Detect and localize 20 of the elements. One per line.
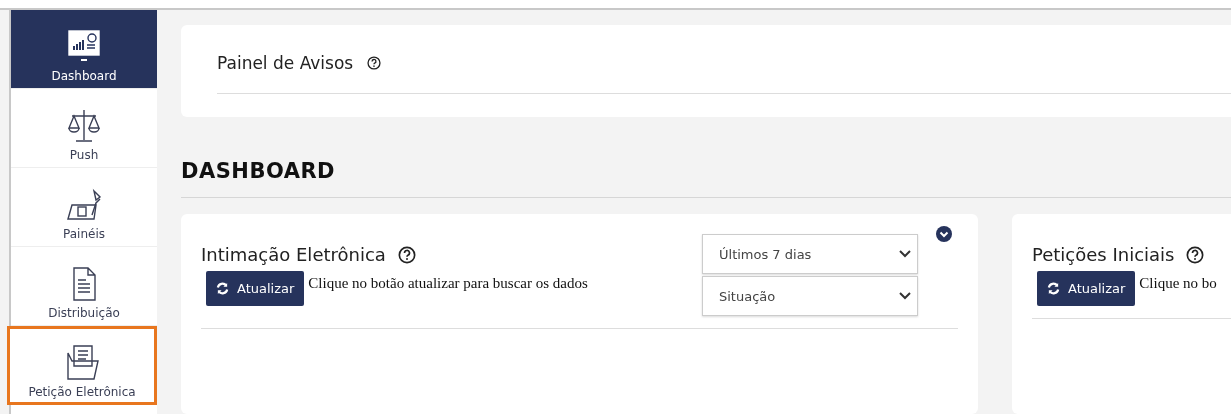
chevron-down-icon — [899, 250, 911, 258]
refresh-icon — [216, 282, 229, 295]
help-icon[interactable] — [367, 56, 382, 70]
card-title: Petições Iniciais — [1032, 244, 1175, 265]
refresh-button[interactable]: Atualizar — [1037, 271, 1136, 306]
page-heading: DASHBOARD — [181, 159, 1231, 198]
select-field[interactable]: Últimos 7 dias — [702, 234, 918, 274]
sidebar-item[interactable]: Petição Eletrônica — [7, 326, 157, 405]
panel-title: Painel de Avisos — [217, 53, 354, 73]
chevron-down-icon — [899, 292, 911, 300]
refresh-icon — [1047, 282, 1060, 295]
help-icon[interactable] — [1186, 245, 1205, 264]
refresh-button[interactable]: Atualizar — [206, 271, 305, 306]
collapse-icon[interactable] — [936, 226, 952, 242]
card-title: Intimação Eletrônica — [201, 244, 386, 265]
sidebar-item[interactable]: Dashboard — [11, 10, 157, 89]
select-field[interactable]: Situação — [702, 276, 918, 316]
hint-text: Clique no bo — [1139, 274, 1217, 292]
help-icon[interactable] — [397, 245, 416, 264]
hint-text: Clique no botão atualizar para buscar os dados — [308, 274, 588, 292]
